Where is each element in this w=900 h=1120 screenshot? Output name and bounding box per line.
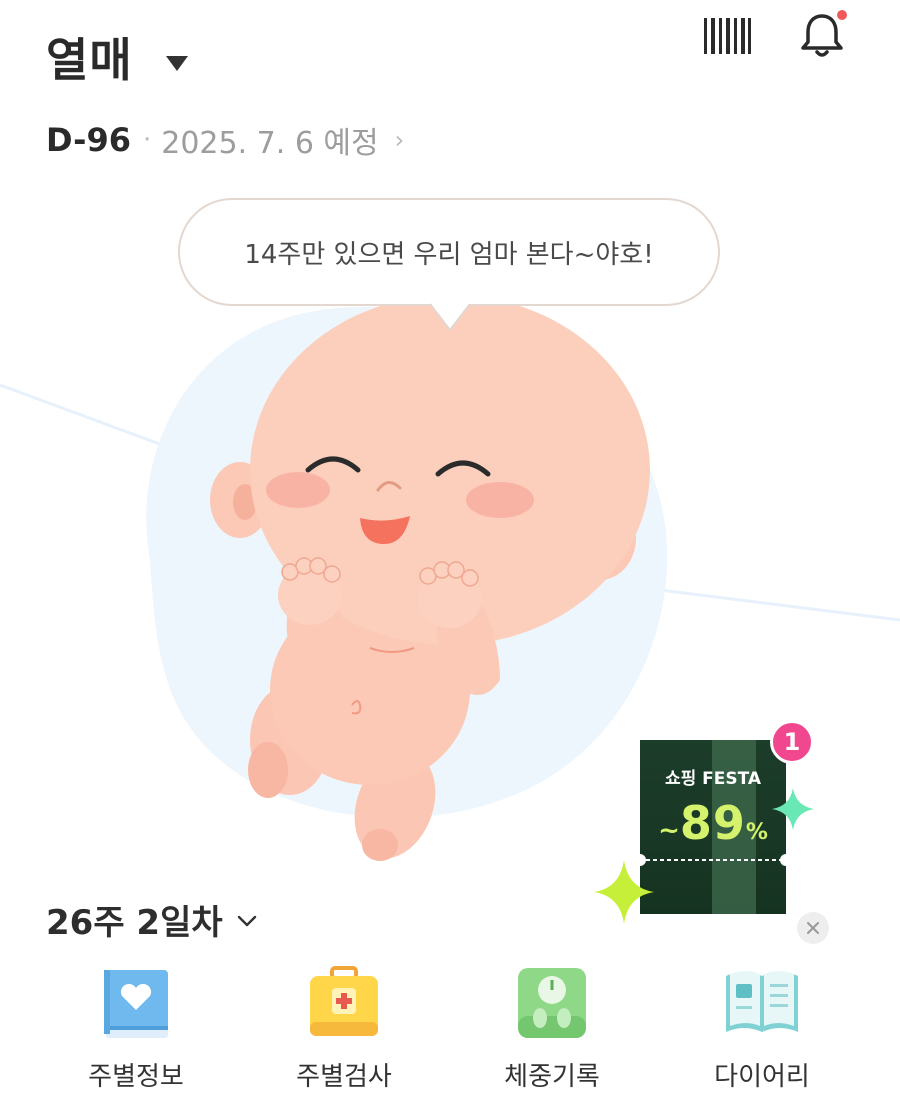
chevron-right-icon: ›: [394, 126, 405, 154]
menu-label: 주별정보: [88, 1062, 184, 1092]
close-promo-button[interactable]: [797, 912, 829, 944]
separator-dot: ·: [142, 125, 152, 155]
diary-icon: [726, 971, 798, 1032]
chevron-down-icon: [237, 915, 256, 927]
book-heart-icon: [104, 970, 168, 1038]
speech-bubble-tail: [429, 302, 471, 331]
sparkle-icon: [594, 860, 654, 924]
menu-label: 주별검사: [296, 1062, 392, 1092]
notification-dot: [837, 10, 847, 20]
promo-discount: ~89%: [658, 796, 768, 850]
scale-icon: [518, 968, 586, 1038]
menu-label: 체중기록: [504, 1062, 600, 1092]
barcode-icon[interactable]: [702, 16, 752, 56]
page-title[interactable]: 열매: [46, 22, 133, 98]
promo-title: 쇼핑 FESTA: [664, 769, 762, 789]
close-icon: [807, 922, 819, 934]
speech-bubble-text: 14주만 있으면 우리 엄마 본다~야호!: [244, 239, 654, 270]
menu-weight-log[interactable]: 체중기록: [452, 964, 652, 1104]
week-selector[interactable]: 26주 2일차: [46, 894, 257, 944]
due-date-row[interactable]: D-96 · 2025. 7. 6 예정 ›: [46, 118, 404, 162]
dday-label: D-96: [46, 121, 131, 159]
menu-weekly-info[interactable]: 주별정보: [36, 964, 236, 1104]
caret-down-icon[interactable]: [166, 56, 188, 71]
menu-weekly-exam[interactable]: 주별검사: [244, 964, 444, 1104]
promo-count-badge: 1: [770, 720, 814, 764]
week-label: 26주 2일차: [46, 902, 223, 943]
menu-diary[interactable]: 다이어리: [662, 964, 862, 1104]
due-date-text: 2025. 7. 6 예정: [161, 126, 379, 161]
bell-icon[interactable]: [798, 8, 848, 60]
first-aid-kit-icon: [310, 966, 378, 1036]
menu-label: 다이어리: [714, 1062, 810, 1092]
sparkle-icon: [772, 788, 814, 830]
